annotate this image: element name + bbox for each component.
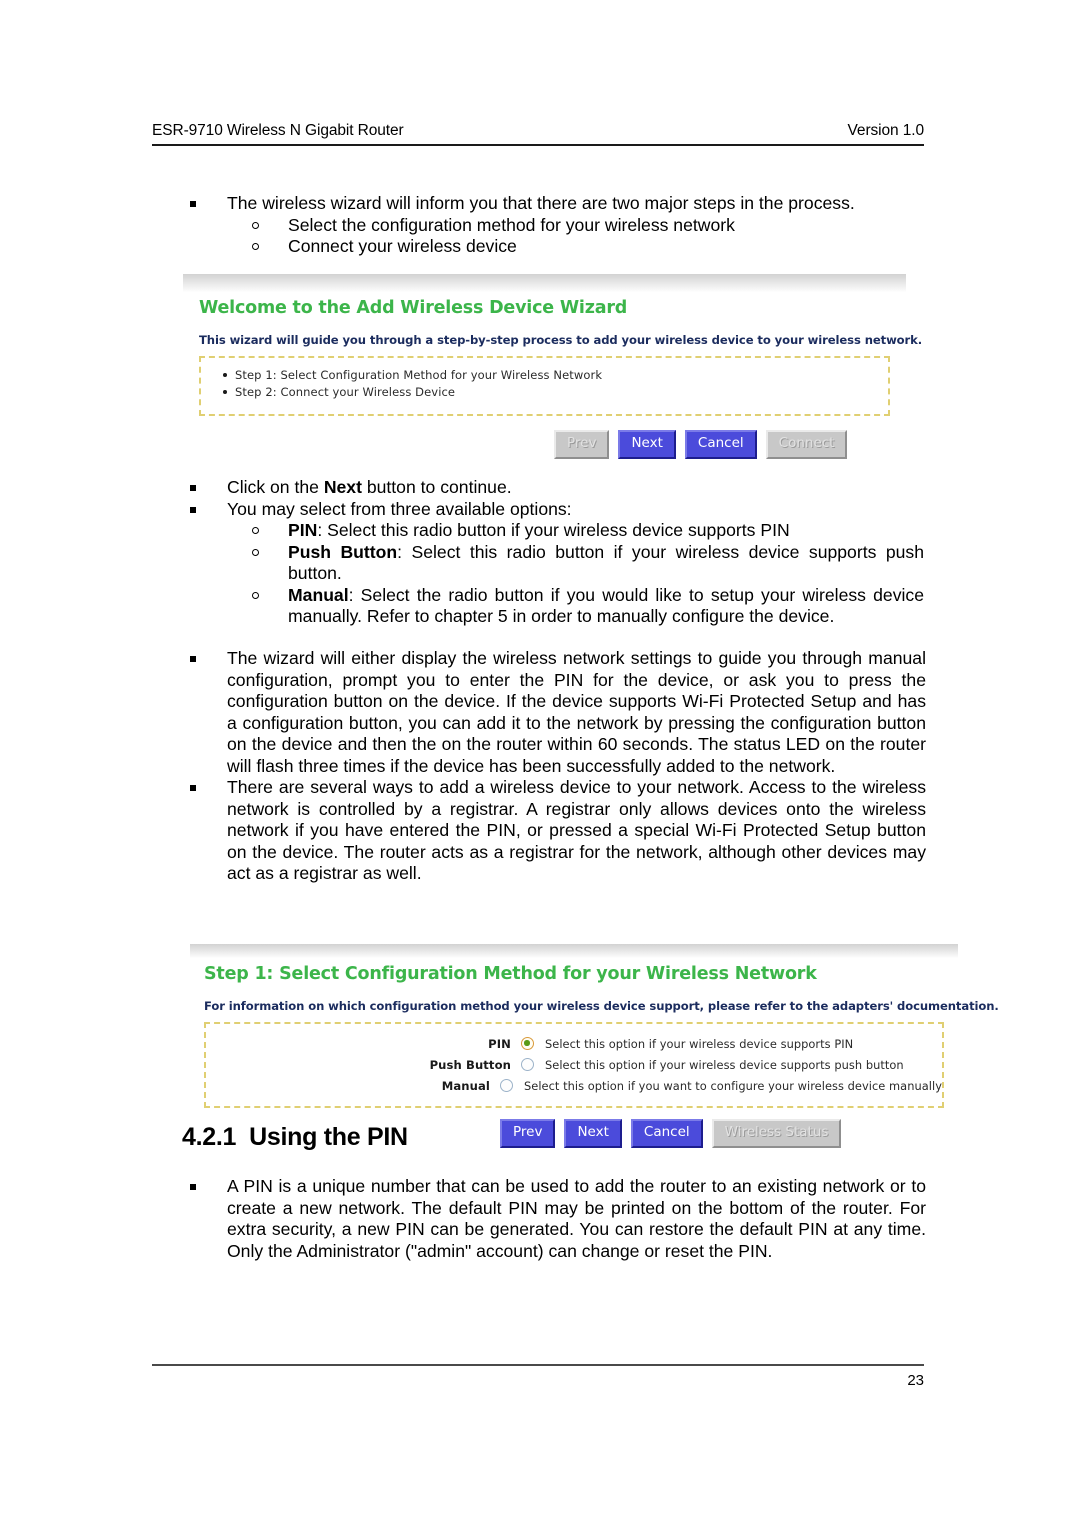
option-manual-label: Manual [288,584,349,605]
section-heading: 4.2.1 Using the PIN [182,1123,408,1152]
intro-list: The wireless wizard will inform you that… [186,193,924,258]
radio-pin-icon[interactable] [521,1037,534,1050]
config-method-radio-group: PIN Select this option if your wireless … [206,1024,942,1106]
wizard-prev-button[interactable]: Prev [554,430,610,459]
section-number: 4.2.1 [182,1123,237,1151]
wizard-connect-button[interactable]: Connect [765,430,848,459]
wizard-welcome-title: Welcome to the Add Wireless Device Wizar… [199,298,628,318]
header-product-name: ESR-9710 Wireless N Gigabit Router [152,122,404,139]
wizard-step1-titlebar-strip [190,944,958,958]
step1-cancel-button[interactable]: Cancel [630,1119,703,1148]
options-list: Click on the Next button to continue. Yo… [186,477,924,628]
wizard-steps-box: Step 1: Select Configuration Method for … [199,356,890,416]
page-number: 23 [907,1372,924,1389]
wizard-titlebar-strip [183,274,906,292]
wizard-steps-list: Step 1: Select Configuration Method for … [201,358,888,414]
wizard-step1-options-box: PIN Select this option if your wireless … [204,1022,944,1108]
radio-description-push-button: Select this option if your wireless devi… [545,1057,904,1072]
wizard-step1-title: Step 1: Select Configuration Method for … [204,964,817,984]
pin-description-list: A PIN is a unique number that can be use… [186,1176,926,1262]
pin-description-block: A PIN is a unique number that can be use… [186,1176,926,1262]
bullet-three-options: You may select from three available opti… [186,499,924,521]
intro-subbullet-connect-device: Connect your wireless device [186,236,924,258]
radio-description-manual: Select this option if you want to config… [523,1078,942,1093]
wizard-step-item: Step 1: Select Configuration Method for … [223,367,888,384]
click-next-bold: Next [323,477,362,497]
wizard-welcome-button-row: Prev Next Cancel Connect [199,416,890,471]
radio-row-pin[interactable]: PIN Select this option if your wireless … [206,1033,942,1054]
option-manual-text: : Select the radio button if you would l… [288,584,924,627]
options-bullet-block: Click on the Next button to continue. Yo… [186,477,924,628]
wizard-step1-subtitle: For information on which configuration m… [204,999,999,1013]
bullet-wizard-behavior: The wizard will either display the wirel… [186,648,926,777]
wizard-step-item: Step 2: Connect your Wireless Device [223,384,888,401]
radio-manual-icon[interactable] [499,1079,513,1092]
intro-subbullet-select-method: Select the configuration method for your… [186,215,924,237]
radio-description-pin: Select this option if your wireless devi… [545,1036,854,1051]
header-version: Version 1.0 [847,122,925,139]
option-push-label: Push Button [288,541,398,562]
intro-bullet-block: The wireless wizard will inform you that… [186,193,924,258]
document-page: ESR-9710 Wireless N Gigabit Router Versi… [0,0,1080,1527]
header-rule [152,144,924,146]
wizard-next-button[interactable]: Next [618,430,676,459]
footer-rule [152,1364,924,1366]
radio-label-push-button: Push Button [429,1057,511,1072]
bullet-registrar-info: There are several ways to add a wireless… [186,777,926,885]
step1-prev-button[interactable]: Prev [500,1119,556,1148]
option-pin-label: PIN [288,520,318,540]
click-next-pre: Click on the [227,477,324,497]
explanation-list: The wizard will either display the wirel… [186,648,926,885]
bullet-click-next: Click on the Next button to continue. [186,477,924,499]
radio-label-pin: PIN [488,1036,511,1051]
running-header: ESR-9710 Wireless N Gigabit Router Versi… [152,122,924,140]
radio-row-manual[interactable]: Manual Select this option if you want to… [206,1075,942,1096]
option-pin: PIN: Select this radio button if your wi… [186,520,924,542]
wizard-welcome-subtitle: This wizard will guide you through a ste… [199,333,923,347]
option-push-button: Push Button: Select this radio button if… [186,542,924,585]
step1-next-button[interactable]: Next [564,1119,622,1148]
intro-bullet-main: The wireless wizard will inform you that… [186,193,924,215]
click-next-post: button to continue. [361,477,512,497]
step1-wireless-status-button[interactable]: Wireless Status [711,1119,842,1148]
wizard-welcome-screenshot: Welcome to the Add Wireless Device Wizar… [183,274,923,471]
option-manual: Manual: Select the radio button if you w… [186,585,924,628]
radio-push-button-icon[interactable] [521,1058,534,1071]
radio-row-push-button[interactable]: Push Button Select this option if your w… [206,1054,942,1075]
option-pin-text: : Select this radio button if your wirel… [317,520,790,540]
explanation-bullet-block: The wizard will either display the wirel… [186,648,926,885]
radio-label-manual: Manual [441,1078,490,1093]
wizard-welcome-body: Welcome to the Add Wireless Device Wizar… [183,292,923,471]
wizard-cancel-button[interactable]: Cancel [684,430,757,459]
section-title: Using the PIN [249,1123,408,1151]
bullet-pin-description: A PIN is a unique number that can be use… [186,1176,926,1262]
